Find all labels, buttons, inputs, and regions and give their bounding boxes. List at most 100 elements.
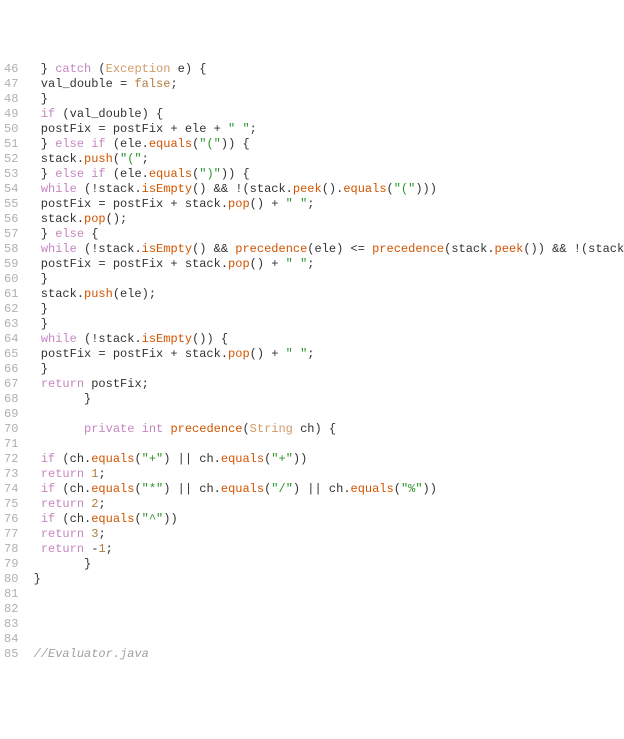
line-number: 83 <box>4 617 18 632</box>
code-line[interactable]: } else { <box>26 227 624 242</box>
token: push <box>84 152 113 166</box>
line-number: 85 <box>4 647 18 662</box>
line-number: 54 <box>4 182 18 197</box>
code-line[interactable]: while (!stack.isEmpty() && !(stack.peek(… <box>26 182 624 197</box>
code-line[interactable]: if (ch.equals("*") || ch.equals("/") || … <box>26 482 624 497</box>
token: else if <box>55 137 105 151</box>
token: equals <box>91 512 134 526</box>
code-line[interactable]: } <box>26 557 624 572</box>
token: " " <box>228 122 250 136</box>
line-number: 78 <box>4 542 18 557</box>
line-number: 65 <box>4 347 18 362</box>
token: if <box>41 452 55 466</box>
code-line[interactable]: } else if (ele.equals("(")) { <box>26 137 624 152</box>
line-number: 62 <box>4 302 18 317</box>
code-line[interactable]: return 2; <box>26 497 624 512</box>
line-number: 63 <box>4 317 18 332</box>
code-line[interactable]: postFix = postFix + stack.pop() + " "; <box>26 197 624 212</box>
code-line[interactable]: stack.pop(); <box>26 212 624 227</box>
token: ( <box>134 452 141 466</box>
token: push <box>84 287 113 301</box>
code-line[interactable]: } <box>26 392 624 407</box>
code-line[interactable]: } <box>26 362 624 377</box>
token: stack. <box>26 287 84 301</box>
code-line[interactable]: } <box>26 302 624 317</box>
token: } <box>26 302 48 316</box>
line-number: 76 <box>4 512 18 527</box>
line-number: 55 <box>4 197 18 212</box>
token: ; <box>98 527 105 541</box>
line-number: 46 <box>4 62 18 77</box>
token: (); <box>106 212 128 226</box>
code-line[interactable] <box>26 617 624 632</box>
code-line[interactable] <box>26 437 624 452</box>
code-line[interactable]: } else if (ele.equals(")")) { <box>26 167 624 182</box>
token: )) <box>423 482 437 496</box>
token: "+" <box>142 452 164 466</box>
token: stack. <box>26 152 84 166</box>
code-line[interactable]: stack.push(ele); <box>26 287 624 302</box>
token: precedence <box>170 422 242 436</box>
line-number: 59 <box>4 257 18 272</box>
code-line[interactable]: val_double = false; <box>26 77 624 92</box>
code-line[interactable]: postFix = postFix + stack.pop() + " "; <box>26 257 624 272</box>
token: (ch. <box>55 452 91 466</box>
code-line[interactable]: return 1; <box>26 467 624 482</box>
code-line[interactable]: stack.push("("; <box>26 152 624 167</box>
token: ; <box>142 152 149 166</box>
code-line[interactable]: return postFix; <box>26 377 624 392</box>
code-line[interactable]: postFix = postFix + ele + " "; <box>26 122 624 137</box>
token: } <box>26 272 48 286</box>
line-number: 60 <box>4 272 18 287</box>
code-line[interactable] <box>26 407 624 422</box>
token <box>26 377 40 391</box>
code-line[interactable]: if (val_double) { <box>26 107 624 122</box>
line-number: 50 <box>4 122 18 137</box>
code-content[interactable]: } catch (Exception e) { val_double = fal… <box>26 60 624 664</box>
token: } <box>26 227 55 241</box>
code-line[interactable]: private int precedence(String ch) { <box>26 422 624 437</box>
code-line[interactable]: } <box>26 92 624 107</box>
code-line[interactable]: } <box>26 572 624 587</box>
code-editor[interactable]: 4647484950515253545556575859606162636465… <box>0 60 624 664</box>
line-number: 74 <box>4 482 18 497</box>
token: postFix = postFix + stack. <box>26 257 228 271</box>
code-line[interactable]: postFix = postFix + stack.pop() + " "; <box>26 347 624 362</box>
line-number: 56 <box>4 212 18 227</box>
line-number: 72 <box>4 452 18 467</box>
token: )) { <box>221 137 250 151</box>
line-number: 53 <box>4 167 18 182</box>
token: if <box>41 482 55 496</box>
code-line[interactable] <box>26 632 624 647</box>
token: (ch. <box>55 512 91 526</box>
token: "(" <box>394 182 416 196</box>
token: (!stack. <box>77 182 142 196</box>
token: 1 <box>98 542 105 556</box>
token: while <box>41 242 77 256</box>
code-line[interactable]: while (!stack.isEmpty()) { <box>26 332 624 347</box>
code-line[interactable]: return -1; <box>26 542 624 557</box>
code-line[interactable]: } <box>26 272 624 287</box>
code-line[interactable]: } catch (Exception e) { <box>26 62 624 77</box>
token: return <box>41 527 84 541</box>
code-line[interactable]: return 3; <box>26 527 624 542</box>
code-line[interactable]: if (ch.equals("+") || ch.equals("+")) <box>26 452 624 467</box>
code-line[interactable] <box>26 587 624 602</box>
code-line[interactable] <box>26 602 624 617</box>
token: () + <box>250 347 286 361</box>
token: Exception <box>106 62 171 76</box>
token <box>26 332 40 346</box>
token: } <box>26 92 48 106</box>
token: } <box>26 137 55 151</box>
token: catch <box>55 62 91 76</box>
line-number: 71 <box>4 437 18 452</box>
token: )) <box>163 512 177 526</box>
token: "/" <box>271 482 293 496</box>
code-line[interactable]: } <box>26 317 624 332</box>
code-line[interactable]: while (!stack.isEmpty() && precedence(el… <box>26 242 624 257</box>
code-line[interactable]: //Evaluator.java <box>26 647 624 662</box>
token <box>26 647 33 661</box>
token: ()) { <box>192 332 228 346</box>
line-number: 52 <box>4 152 18 167</box>
code-line[interactable]: if (ch.equals("^")) <box>26 512 624 527</box>
